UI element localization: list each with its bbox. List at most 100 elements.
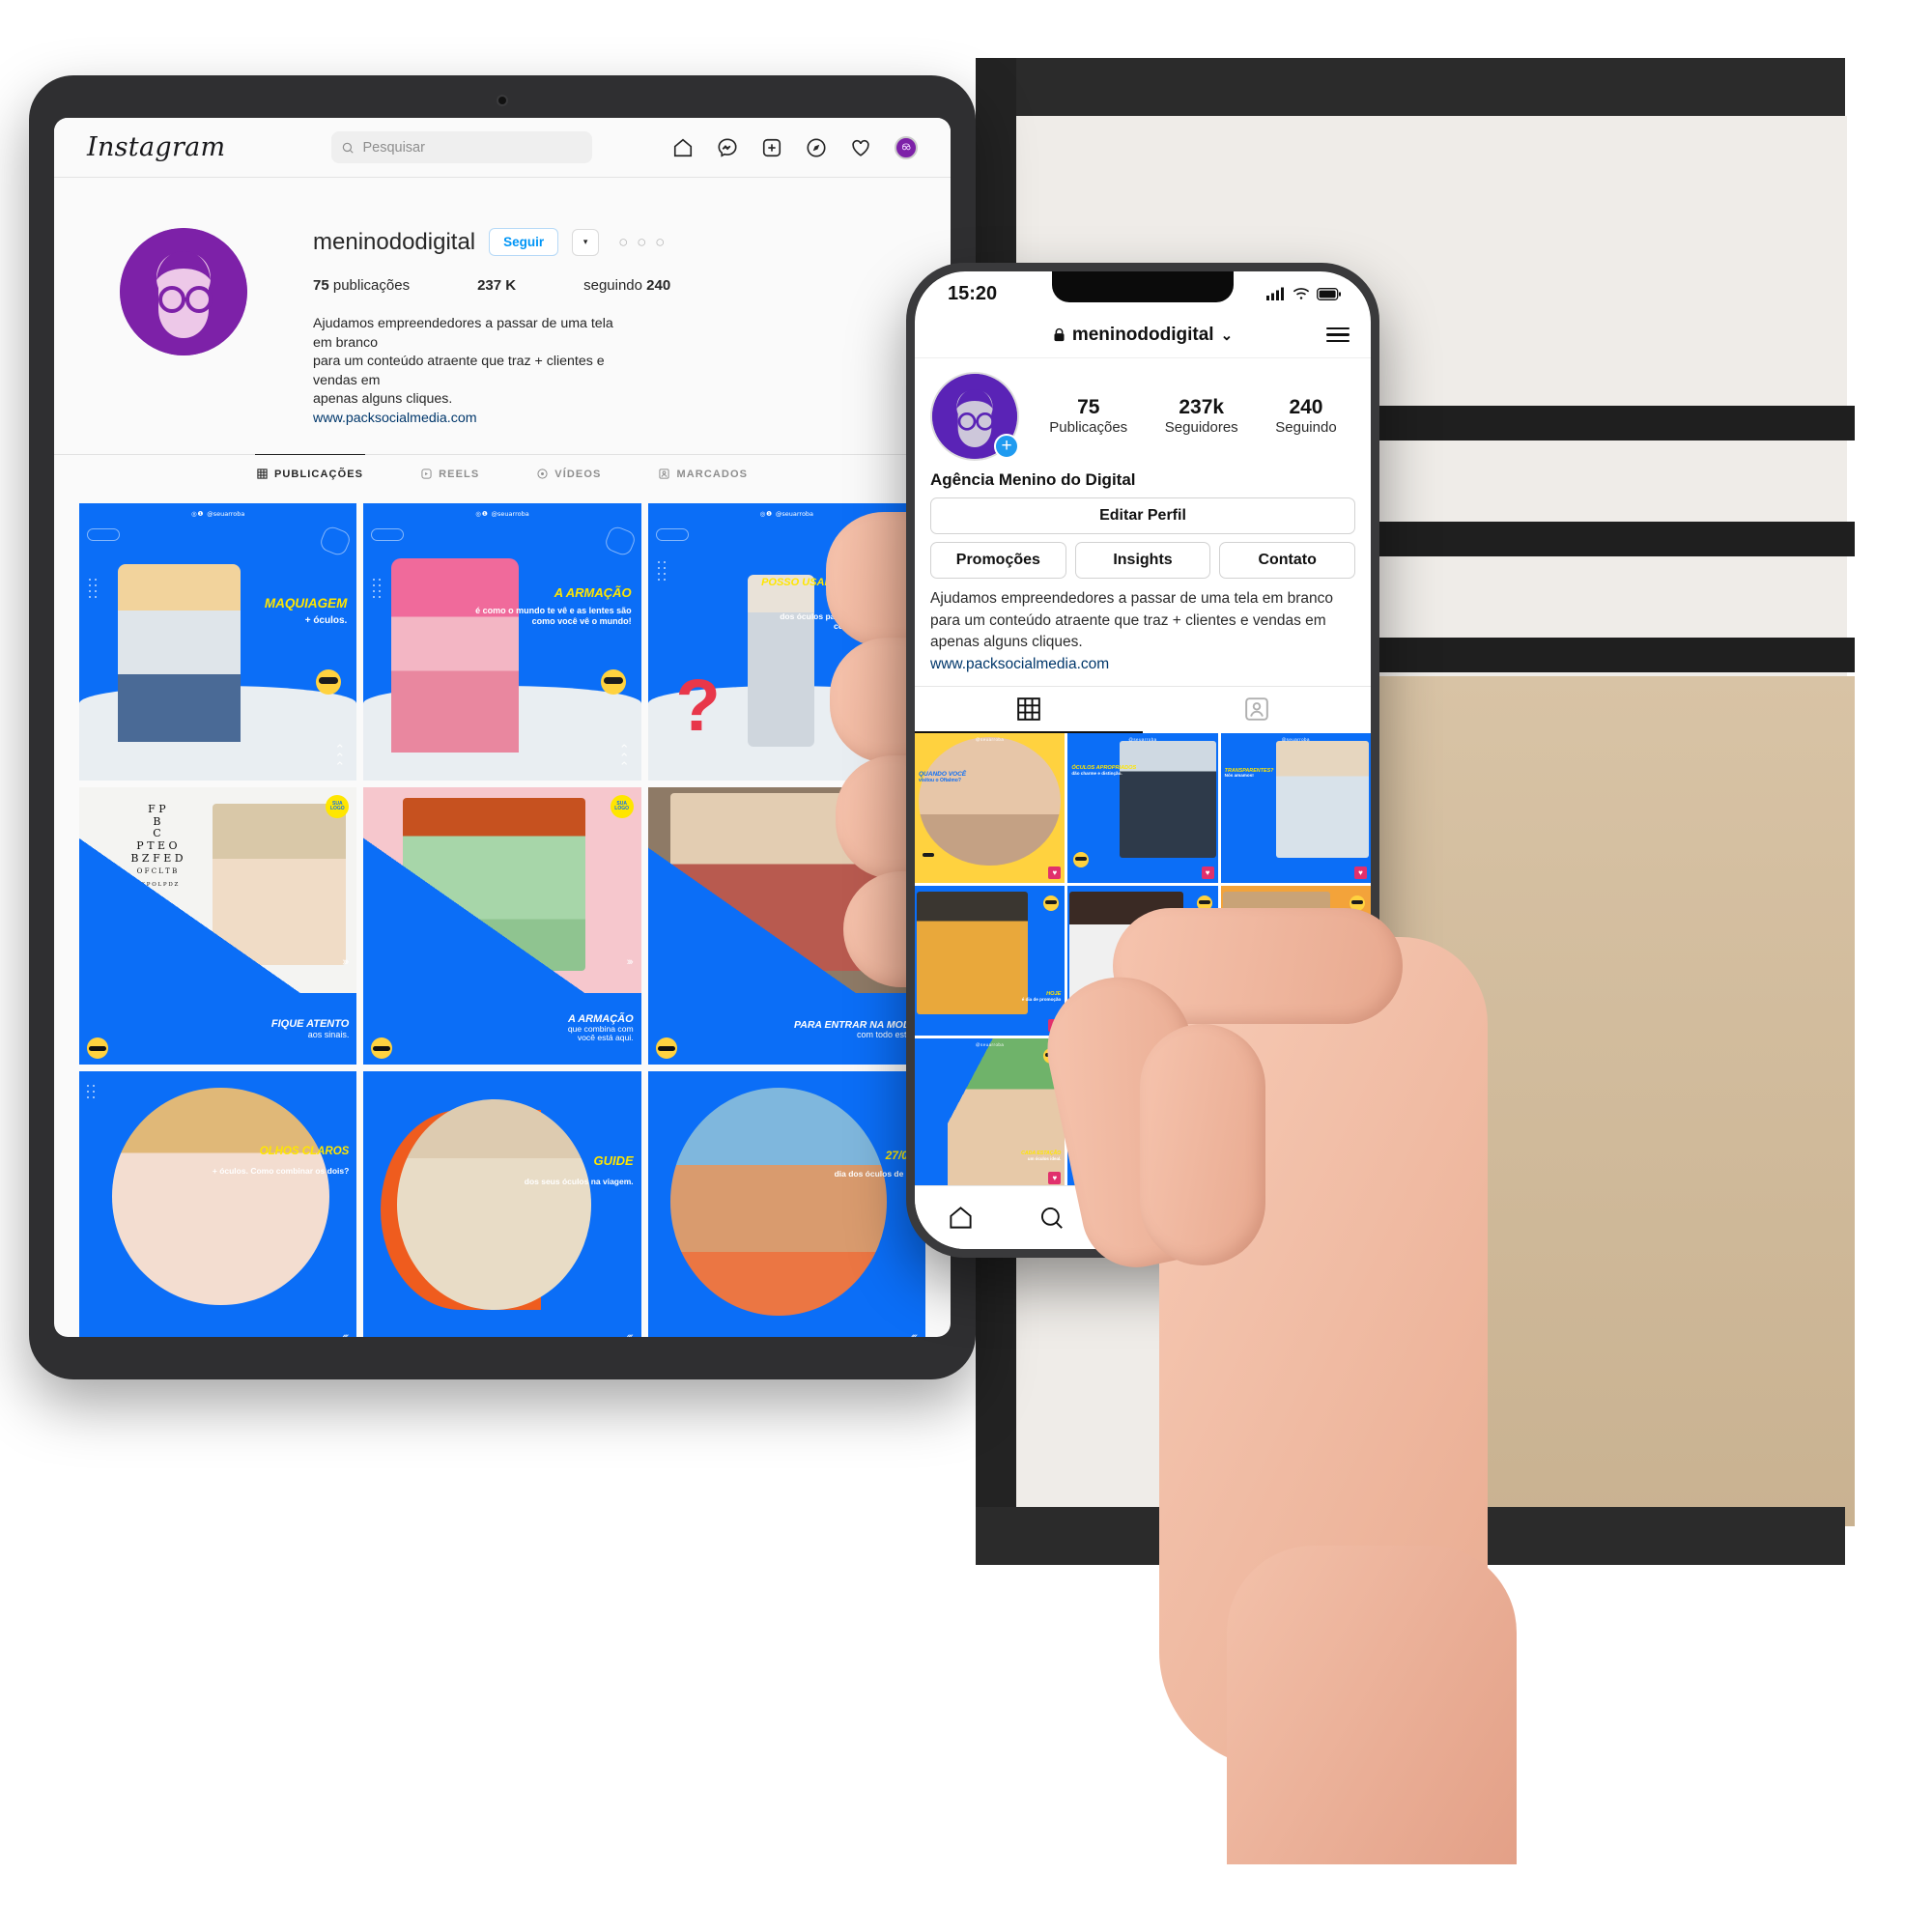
heart-icon[interactable] bbox=[850, 137, 871, 158]
follow-button[interactable]: Seguir bbox=[489, 228, 559, 256]
status-time: 15:20 bbox=[948, 282, 998, 304]
explore-icon[interactable] bbox=[806, 137, 827, 158]
phone-action-buttons: Promoções Insights Contato bbox=[915, 542, 1371, 586]
background-shelf-2 bbox=[1372, 522, 1855, 556]
new-post-icon[interactable] bbox=[761, 137, 782, 158]
dot-pattern bbox=[373, 578, 382, 598]
chevron-down-icon[interactable]: ⌄ bbox=[1221, 327, 1234, 344]
tab-videos-label: VÍDEOS bbox=[554, 468, 602, 480]
post-tile[interactable]: ◎❶ @seuarroba A ARMAÇÃO é como o mundo t… bbox=[363, 502, 641, 781]
stat-posts[interactable]: 75 publicações bbox=[313, 277, 410, 294]
chevron-right-icon: ››› bbox=[626, 956, 634, 969]
phone-stat-followers-label: Seguidores bbox=[1164, 419, 1238, 436]
post-tile[interactable]: F PBCP T E OB Z F E DO F C L T BT E P O … bbox=[79, 786, 357, 1065]
post-subtitle: + óculos. Como combinar os dois? bbox=[212, 1165, 350, 1176]
phone-profile-header: meninododigital ⌄ bbox=[915, 312, 1371, 358]
post-subtitle: dos seus óculos na viagem. bbox=[524, 1177, 634, 1187]
sunglasses-emoji-icon bbox=[316, 668, 342, 695]
home-icon[interactable] bbox=[948, 1205, 974, 1231]
chevron-down-icon[interactable]: ▾ bbox=[572, 228, 600, 256]
glasses-outline-icon bbox=[371, 527, 405, 541]
more-options-icon[interactable]: ○ ○ ○ bbox=[618, 233, 667, 252]
phone-display-name: Agência Menino do Digital bbox=[930, 470, 1136, 489]
phone-username-row[interactable]: meninododigital ⌄ bbox=[1053, 325, 1233, 346]
search-input[interactable]: Pesquisar bbox=[331, 131, 593, 163]
dot-pattern bbox=[657, 560, 666, 581]
dot-pattern bbox=[89, 578, 97, 598]
stat-followers[interactable]: 237 K bbox=[477, 277, 516, 294]
messenger-icon[interactable] bbox=[717, 137, 738, 158]
profile-stats: 75 publicações 237 K seguindo 240 bbox=[313, 277, 912, 294]
navbar-icons bbox=[672, 135, 918, 159]
battery-icon bbox=[1317, 287, 1341, 300]
phone-stat-following[interactable]: 240 Seguindo bbox=[1275, 396, 1336, 437]
post-tile[interactable]: OLHOS CLAROS + óculos. Como combinar os … bbox=[79, 1071, 357, 1337]
post-title: MAQUIAGEM bbox=[264, 596, 348, 611]
stat-posts-label: publicações bbox=[332, 277, 411, 294]
background-shelf-1 bbox=[1372, 406, 1855, 440]
tab-reels[interactable]: REELS bbox=[419, 454, 481, 492]
phone-post-title: QUANDO VOCÊ visitou o Oftalmo? bbox=[919, 770, 967, 783]
post-tile[interactable]: GUIDE dos seus óculos na viagem. ‹‹‹ bbox=[363, 1071, 641, 1337]
wrist bbox=[1227, 1546, 1517, 1864]
status-indicators bbox=[1266, 287, 1342, 300]
instagram-logo[interactable]: Instagram bbox=[87, 132, 225, 162]
post-photo bbox=[669, 1088, 887, 1317]
profile-picture[interactable] bbox=[120, 228, 247, 355]
post-title: OLHOS CLAROS bbox=[259, 1145, 350, 1157]
phone-profile-summary: + 75 Publicações 237k Seguidores 240 Seg… bbox=[915, 358, 1371, 469]
stat-following-value: 240 bbox=[646, 277, 671, 294]
background-monitor-top bbox=[976, 58, 1845, 116]
add-story-icon[interactable]: + bbox=[994, 434, 1019, 459]
post-tile[interactable]: ◎❶ @seuarroba MAQUIAGEM + óculos. ⌃ ⌃ ⌃ bbox=[79, 502, 357, 781]
post-caption: A ARMAÇÃO que combina com você está aqui… bbox=[556, 1013, 634, 1043]
search-placeholder: Pesquisar bbox=[362, 139, 425, 156]
post-photo bbox=[391, 558, 520, 753]
instagram-navbar: Instagram Pesquisar bbox=[54, 118, 951, 178]
profile-avatar[interactable] bbox=[895, 135, 918, 159]
phone-stats: 75 Publicações 237k Seguidores 240 Segui… bbox=[1031, 396, 1355, 437]
tab-reels-label: REELS bbox=[439, 468, 480, 480]
phone-stat-following-label: Seguindo bbox=[1275, 419, 1337, 436]
tab-marcados[interactable]: MARCADOS bbox=[657, 454, 750, 492]
post-tile[interactable]: 27/06, dia dos óculos de sol ‹‹‹ bbox=[647, 1071, 925, 1337]
stat-posts-value: 75 bbox=[313, 277, 329, 294]
home-icon[interactable] bbox=[672, 137, 694, 158]
contato-button[interactable]: Contato bbox=[1219, 542, 1356, 579]
post-subtitle: dia dos óculos de sol bbox=[834, 1168, 918, 1179]
post-photo bbox=[112, 1088, 329, 1305]
phone-stat-following-value: 240 bbox=[1289, 396, 1323, 418]
chevron-left-icon: ‹‹‹ bbox=[342, 1330, 349, 1337]
stat-following[interactable]: seguindo 240 bbox=[583, 277, 670, 294]
middle-finger bbox=[1140, 1024, 1265, 1265]
wifi-icon bbox=[1293, 288, 1310, 299]
tab-publicacoes-label: PUBLICAÇÕES bbox=[273, 468, 364, 480]
tagged-icon bbox=[659, 469, 670, 479]
post-tile[interactable]: SUA LOGO A ARMAÇÃO que combina com você … bbox=[363, 786, 641, 1065]
post-photo bbox=[118, 563, 241, 742]
post-caption: FIQUE ATENTO aos sinais. bbox=[271, 1019, 349, 1039]
phone-stat-followers[interactable]: 237k Seguidores bbox=[1165, 396, 1238, 437]
dot-pattern bbox=[87, 1085, 95, 1099]
phone-stat-posts[interactable]: 75 Publicações bbox=[1049, 396, 1127, 437]
insights-button[interactable]: Insights bbox=[1074, 542, 1211, 579]
glasses-outline-icon bbox=[655, 527, 689, 541]
post-photo bbox=[396, 1098, 591, 1311]
search-icon bbox=[343, 142, 355, 154]
hamburger-icon[interactable] bbox=[1326, 327, 1350, 343]
tablet-camera-icon bbox=[497, 95, 508, 106]
edit-profile-button[interactable]: Editar Perfil bbox=[930, 497, 1355, 534]
promocoes-button[interactable]: Promoções bbox=[930, 542, 1066, 579]
chevron-up-icon: ⌃⌃⌃ bbox=[334, 741, 346, 774]
profile-picture-wrap bbox=[54, 228, 313, 429]
phone-profile-picture[interactable]: + bbox=[930, 372, 1019, 461]
stat-following-label: seguindo bbox=[583, 277, 642, 294]
post-photo bbox=[748, 575, 815, 748]
chevron-left-icon: ‹‹‹ bbox=[626, 1330, 634, 1337]
post-title: GUIDE bbox=[593, 1153, 634, 1169]
tab-videos[interactable]: VÍDEOS bbox=[535, 454, 603, 492]
profile-website-link[interactable]: www.packsocialmedia.com bbox=[313, 410, 632, 429]
sunglasses-emoji-icon bbox=[600, 668, 626, 695]
glasses-outline-icon bbox=[87, 527, 120, 541]
tab-publicacoes[interactable]: PUBLICAÇÕES bbox=[254, 453, 366, 492]
